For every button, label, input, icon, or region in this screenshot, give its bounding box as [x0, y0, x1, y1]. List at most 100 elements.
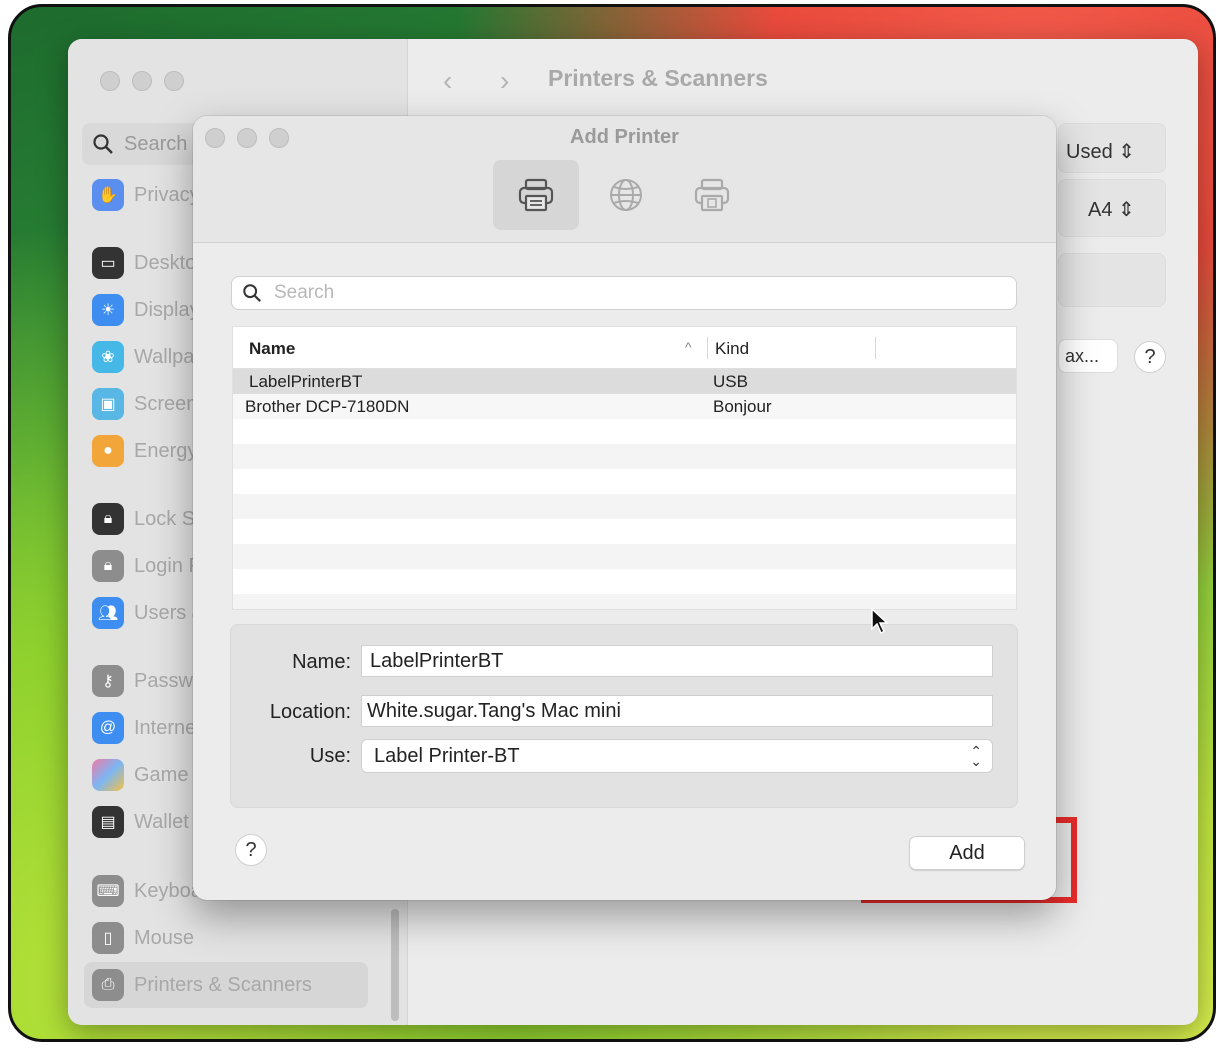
updown-icon: ⇕: [1118, 199, 1135, 221]
printer-details-form: Name: Location: Use: Label Printer-BT ⌃⌄: [230, 624, 1018, 808]
column-header-name[interactable]: Name: [249, 339, 295, 359]
location-field[interactable]: [361, 695, 993, 727]
ip-printer-tab[interactable]: [583, 160, 669, 230]
screensaver-icon: ▣: [92, 388, 124, 420]
key-icon: ⚷: [92, 665, 124, 697]
forward-arrow-icon[interactable]: ›: [500, 65, 509, 97]
help-button[interactable]: ?: [235, 834, 267, 866]
game-center-icon: [92, 759, 124, 791]
location-label: Location:: [269, 701, 351, 723]
default-printer-tab[interactable]: [493, 160, 579, 230]
sidebar-item-label: Interne: [134, 716, 197, 739]
add-button[interactable]: Add: [909, 836, 1025, 870]
row-name: Brother DCP-7180DN: [245, 397, 410, 416]
sidebar-item-passwords[interactable]: ⚷ Passwo: [92, 661, 204, 701]
flower-icon: ❀: [92, 341, 124, 373]
column-header-kind[interactable]: Kind: [715, 339, 749, 359]
row-kind: Bonjour: [713, 397, 772, 416]
windows-printer-tab[interactable]: [669, 160, 755, 230]
printer-icon: ⎙: [92, 969, 124, 1001]
name-label: Name:: [292, 651, 351, 673]
sidebar-item-internet-accounts[interactable]: @ Interne: [92, 708, 196, 748]
sort-ascending-icon: ^: [685, 339, 692, 355]
sidebar-item-label: Deskto: [134, 251, 197, 274]
sidebar-item-label: Screen: [134, 392, 198, 415]
sidebar-item-login-password[interactable]: 🔒︎ Login P: [92, 546, 202, 586]
users-icon: 👥︎: [92, 597, 124, 629]
sidebar-item-wallet[interactable]: ▤ Wallet &: [92, 802, 208, 842]
sidebar-item-label: Wallpa: [134, 345, 195, 368]
updown-chevron-icon: ⌃ ⌄: [970, 743, 982, 769]
wallet-icon: ▤: [92, 806, 124, 838]
sidebar-item-label: Energy: [134, 439, 198, 462]
empty-row: [233, 594, 1016, 609]
row-kind: USB: [713, 372, 748, 391]
sidebar-item-label: Lock S: [134, 507, 196, 530]
used-popup-label: Used: [1066, 141, 1113, 163]
table-row[interactable]: Brother DCP-7180DN Bonjour: [233, 394, 1016, 419]
sidebar-item-label: Printers & Scanners: [134, 973, 312, 996]
sidebar-item-printers-scanners[interactable]: ⎙ Printers & Scanners: [92, 965, 312, 1005]
dialog-title: Add Printer: [570, 126, 679, 148]
sidebar-item-displays[interactable]: ☀ Display: [92, 290, 200, 330]
printer-list-table: Name ^ Kind LabelPrinterBT USB Brother D…: [232, 326, 1017, 610]
use-driver-value: Label Printer-BT: [374, 744, 520, 767]
keyboard-icon: ⌨: [92, 875, 124, 907]
sidebar-item-keyboard[interactable]: ⌨ Keyboa: [92, 871, 202, 911]
sidebar-item-energy[interactable]: ● Energy: [92, 431, 197, 471]
add-printer-dialog: Add Printer Search Name ^ Kind LabelPrin…: [193, 116, 1056, 900]
mouse-icon: ▯: [92, 922, 124, 954]
printer-search-input[interactable]: [274, 282, 974, 304]
back-arrow-icon[interactable]: ‹: [443, 65, 452, 97]
bulb-icon: ●: [92, 435, 124, 467]
windows-printer-icon: [694, 178, 730, 212]
name-field[interactable]: [361, 645, 993, 677]
table-row[interactable]: LabelPrinterBT USB: [233, 369, 1016, 394]
minimize-button[interactable]: [132, 71, 152, 91]
printer-search-field[interactable]: [231, 276, 1017, 310]
window-controls: [100, 71, 184, 91]
globe-icon: [610, 179, 642, 211]
empty-row: [233, 519, 1016, 544]
sidebar-item-lock-screen[interactable]: 🔒︎ Lock S: [92, 499, 195, 539]
empty-row: [233, 544, 1016, 569]
sidebar-item-label: Privacy: [134, 183, 200, 206]
column-divider[interactable]: [707, 337, 708, 359]
at-icon: @: [92, 712, 124, 744]
column-divider[interactable]: [875, 337, 876, 359]
hand-icon: ✋: [92, 179, 124, 211]
close-button[interactable]: [100, 71, 120, 91]
table-header: Name ^ Kind: [233, 327, 1016, 369]
settings-help-button[interactable]: ?: [1134, 341, 1166, 373]
paper-size-label: A4: [1088, 199, 1113, 221]
fax-button[interactable]: ax...: [1058, 339, 1118, 373]
use-label: Use:: [309, 745, 351, 767]
panel-box: [1058, 253, 1166, 307]
lock-icon: 🔒︎: [92, 550, 124, 582]
mouse-pointer-icon: [871, 607, 889, 635]
sidebar-item-wallpaper[interactable]: ❀ Wallpa: [92, 337, 194, 377]
use-driver-select[interactable]: Label Printer-BT ⌃ ⌄: [361, 739, 993, 773]
sidebar-item-privacy[interactable]: ✋ Privacy: [92, 175, 200, 215]
fax-button-label: ax...: [1065, 346, 1100, 366]
sidebar-item-label: Mouse: [134, 926, 195, 949]
paper-size-popup[interactable]: A4 ⇕: [1088, 197, 1135, 222]
sidebar-item-label: Keyboa: [134, 879, 202, 902]
row-name: LabelPrinterBT: [249, 372, 363, 391]
used-popup[interactable]: Used ⇕: [1066, 139, 1135, 164]
desktop-icon: ▭: [92, 247, 124, 279]
search-icon: [93, 134, 113, 154]
sidebar-item-desktop[interactable]: ▭ Deskto: [92, 243, 196, 283]
empty-row: [233, 494, 1016, 519]
page-title: Printers & Scanners: [548, 65, 768, 91]
printer-icon: [518, 178, 554, 212]
sidebar-item-label: Login P: [134, 554, 202, 577]
sidebar-item-mouse[interactable]: ▯ Mouse: [92, 918, 194, 958]
empty-row: [233, 444, 1016, 469]
sidebar-search-placeholder: Search: [124, 132, 188, 155]
zoom-button[interactable]: [164, 71, 184, 91]
sidebar-item-screen-saver[interactable]: ▣ Screen: [92, 384, 197, 424]
sidebar-item-game-center[interactable]: Game C: [92, 755, 208, 795]
sidebar-item-users-groups[interactable]: 👥︎ Users &: [92, 593, 205, 633]
sidebar-scrollbar[interactable]: [391, 909, 399, 1021]
